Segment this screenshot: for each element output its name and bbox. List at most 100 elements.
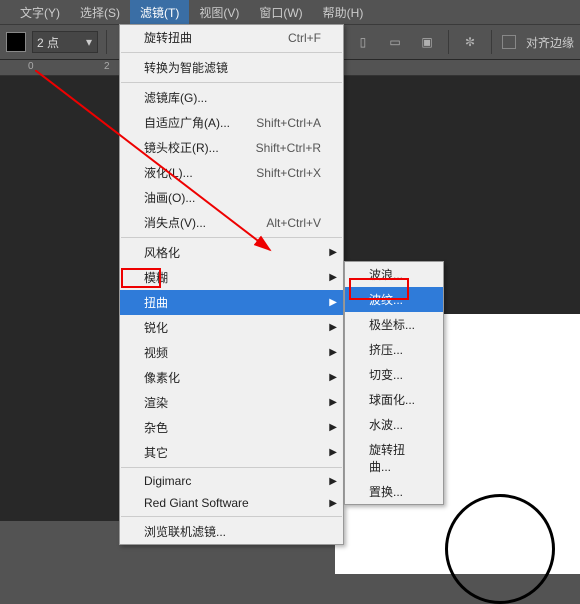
submenu-arrow-icon: ▶ — [329, 422, 337, 433]
menu-item-render[interactable]: 渲染 ▶ — [120, 390, 343, 415]
menu-item-label: 消失点(V)... — [144, 214, 206, 231]
gear-icon[interactable]: ✼ — [457, 29, 483, 55]
submenu-arrow-icon: ▶ — [329, 322, 337, 333]
submenu-item-displace[interactable]: 置换... — [345, 479, 443, 504]
menu-item-label: 波纹... — [369, 291, 403, 308]
menu-text[interactable]: 文字(Y) — [10, 0, 70, 25]
separator — [121, 52, 342, 53]
menu-item-liquify[interactable]: 液化(L)... Shift+Ctrl+X — [120, 160, 343, 185]
submenu-item-zigzag[interactable]: 水波... — [345, 412, 443, 437]
separator — [121, 82, 342, 83]
menu-item-browse-online[interactable]: 浏览联机滤镜... — [120, 519, 343, 544]
menu-item-label: 旋转扭曲 — [144, 29, 192, 46]
fill-swatch[interactable] — [6, 32, 26, 52]
menu-item-label: Red Giant Software — [144, 496, 249, 510]
menu-item-lens-correction[interactable]: 镜头校正(R)... Shift+Ctrl+R — [120, 135, 343, 160]
menu-item-shortcut: Shift+Ctrl+R — [256, 141, 321, 155]
chevron-down-icon: ▾ — [81, 35, 97, 49]
submenu-arrow-icon: ▶ — [329, 476, 337, 487]
submenu-arrow-icon: ▶ — [329, 397, 337, 408]
menu-item-adaptive-wide-angle[interactable]: 自适应广角(A)...Shift+Ctrl+A — [120, 110, 343, 135]
menu-item-label: 极坐标... — [369, 316, 415, 333]
menubar: 文字(Y) 选择(S) 滤镜(T) 视图(V) 窗口(W) 帮助(H) — [0, 0, 580, 24]
menu-item-filter-gallery[interactable]: 滤镜库(G)... — [120, 85, 343, 110]
distort-submenu: 波浪... 波纹... 极坐标... 挤压... 切变... 球面化... 水波… — [344, 261, 444, 505]
separator — [106, 30, 107, 54]
menu-item-label: 渲染 — [144, 394, 168, 411]
menu-item-redgiant[interactable]: Red Giant Software ▶ — [120, 492, 343, 514]
circle-shape — [445, 494, 555, 604]
menu-item-vanishing-point[interactable]: 消失点(V)... Alt+Ctrl+V — [120, 210, 343, 235]
ruler-mark: 0 — [28, 61, 34, 72]
menu-item-label: 波浪... — [369, 266, 403, 283]
menu-item-shortcut: Shift+Ctrl+A — [256, 116, 321, 130]
menu-item-label: 旋转扭曲... — [369, 441, 421, 475]
align-center-icon[interactable]: ▯ — [350, 29, 376, 55]
menu-item-distort[interactable]: 扭曲 ▶ — [120, 290, 343, 315]
filter-menu: 旋转扭曲 Ctrl+F 转换为智能滤镜 滤镜库(G)... 自适应广角(A)..… — [119, 24, 344, 545]
menu-item-label: 油画(O)... — [144, 189, 195, 206]
submenu-arrow-icon: ▶ — [329, 372, 337, 383]
stroke-width-input[interactable] — [33, 35, 81, 49]
submenu-item-polar[interactable]: 极坐标... — [345, 312, 443, 337]
menu-item-label: 扭曲 — [144, 294, 168, 311]
submenu-item-pinch[interactable]: 挤压... — [345, 337, 443, 362]
menu-item-stylize[interactable]: 风格化 ▶ — [120, 240, 343, 265]
separator — [121, 516, 342, 517]
menu-item-label: 镜头校正(R)... — [144, 139, 219, 156]
submenu-item-shear[interactable]: 切变... — [345, 362, 443, 387]
menu-item-shortcut: Shift+Ctrl+X — [256, 166, 321, 180]
separator — [121, 467, 342, 468]
submenu-item-wave[interactable]: 波浪... — [345, 262, 443, 287]
menu-item-shortcut: Ctrl+F — [288, 31, 321, 45]
menu-item-video[interactable]: 视频 ▶ — [120, 340, 343, 365]
submenu-item-spherize[interactable]: 球面化... — [345, 387, 443, 412]
menu-item-oil-paint[interactable]: 油画(O)... — [120, 185, 343, 210]
menu-item-noise[interactable]: 杂色▶ — [120, 415, 343, 440]
submenu-arrow-icon: ▶ — [329, 247, 337, 258]
menu-item-convert-smart[interactable]: 转换为智能滤镜 — [120, 55, 343, 80]
menu-item-label: 其它 — [144, 444, 168, 461]
menu-item-label: 切变... — [369, 366, 403, 383]
menu-item-other[interactable]: 其它▶ — [120, 440, 343, 465]
separator — [491, 30, 492, 54]
menu-window[interactable]: 窗口(W) — [249, 0, 312, 25]
menu-item-shortcut: Alt+Ctrl+V — [266, 216, 321, 230]
stroke-width-dropdown[interactable]: ▾ — [32, 31, 98, 53]
menu-select[interactable]: 选择(S) — [70, 0, 130, 25]
submenu-arrow-icon: ▶ — [329, 347, 337, 358]
menu-item-digimarc[interactable]: Digimarc ▶ — [120, 470, 343, 492]
menu-item-last-filter[interactable]: 旋转扭曲 Ctrl+F — [120, 25, 343, 50]
align-edges-label: 对齐边缘 — [526, 34, 574, 51]
menu-item-sharpen[interactable]: 锐化 ▶ — [120, 315, 343, 340]
align-right-icon[interactable]: ▭ — [382, 29, 408, 55]
menu-item-label: Digimarc — [144, 474, 191, 488]
submenu-item-twirl[interactable]: 旋转扭曲... — [345, 437, 443, 479]
menu-item-label: 水波... — [369, 416, 403, 433]
menu-item-label: 球面化... — [369, 391, 415, 408]
menu-item-label: 像素化 — [144, 369, 180, 386]
ruler-mark: 2 — [104, 61, 110, 72]
menu-view[interactable]: 视图(V) — [189, 0, 249, 25]
menu-item-label: 模糊 — [144, 269, 168, 286]
menu-item-label: 浏览联机滤镜... — [144, 523, 226, 540]
submenu-arrow-icon: ▶ — [329, 297, 337, 308]
align-layers-icon[interactable]: ▣ — [414, 29, 440, 55]
menu-item-blur[interactable]: 模糊 ▶ — [120, 265, 343, 290]
menu-item-label: 风格化 — [144, 244, 180, 261]
menu-filter[interactable]: 滤镜(T) — [130, 0, 189, 25]
menu-item-label: 滤镜库(G)... — [144, 89, 207, 106]
submenu-item-ripple[interactable]: 波纹... — [345, 287, 443, 312]
menu-item-label: 转换为智能滤镜 — [144, 59, 228, 76]
menu-item-label: 液化(L)... — [144, 164, 193, 181]
separator — [448, 30, 449, 54]
menu-item-label: 视频 — [144, 344, 168, 361]
menu-help[interactable]: 帮助(H) — [313, 0, 374, 25]
menu-item-label: 挤压... — [369, 341, 403, 358]
submenu-arrow-icon: ▶ — [329, 498, 337, 509]
menu-item-label: 锐化 — [144, 319, 168, 336]
menu-item-pixelate[interactable]: 像素化 ▶ — [120, 365, 343, 390]
separator — [121, 237, 342, 238]
submenu-arrow-icon: ▶ — [329, 272, 337, 283]
align-edges-checkbox[interactable] — [502, 35, 516, 49]
